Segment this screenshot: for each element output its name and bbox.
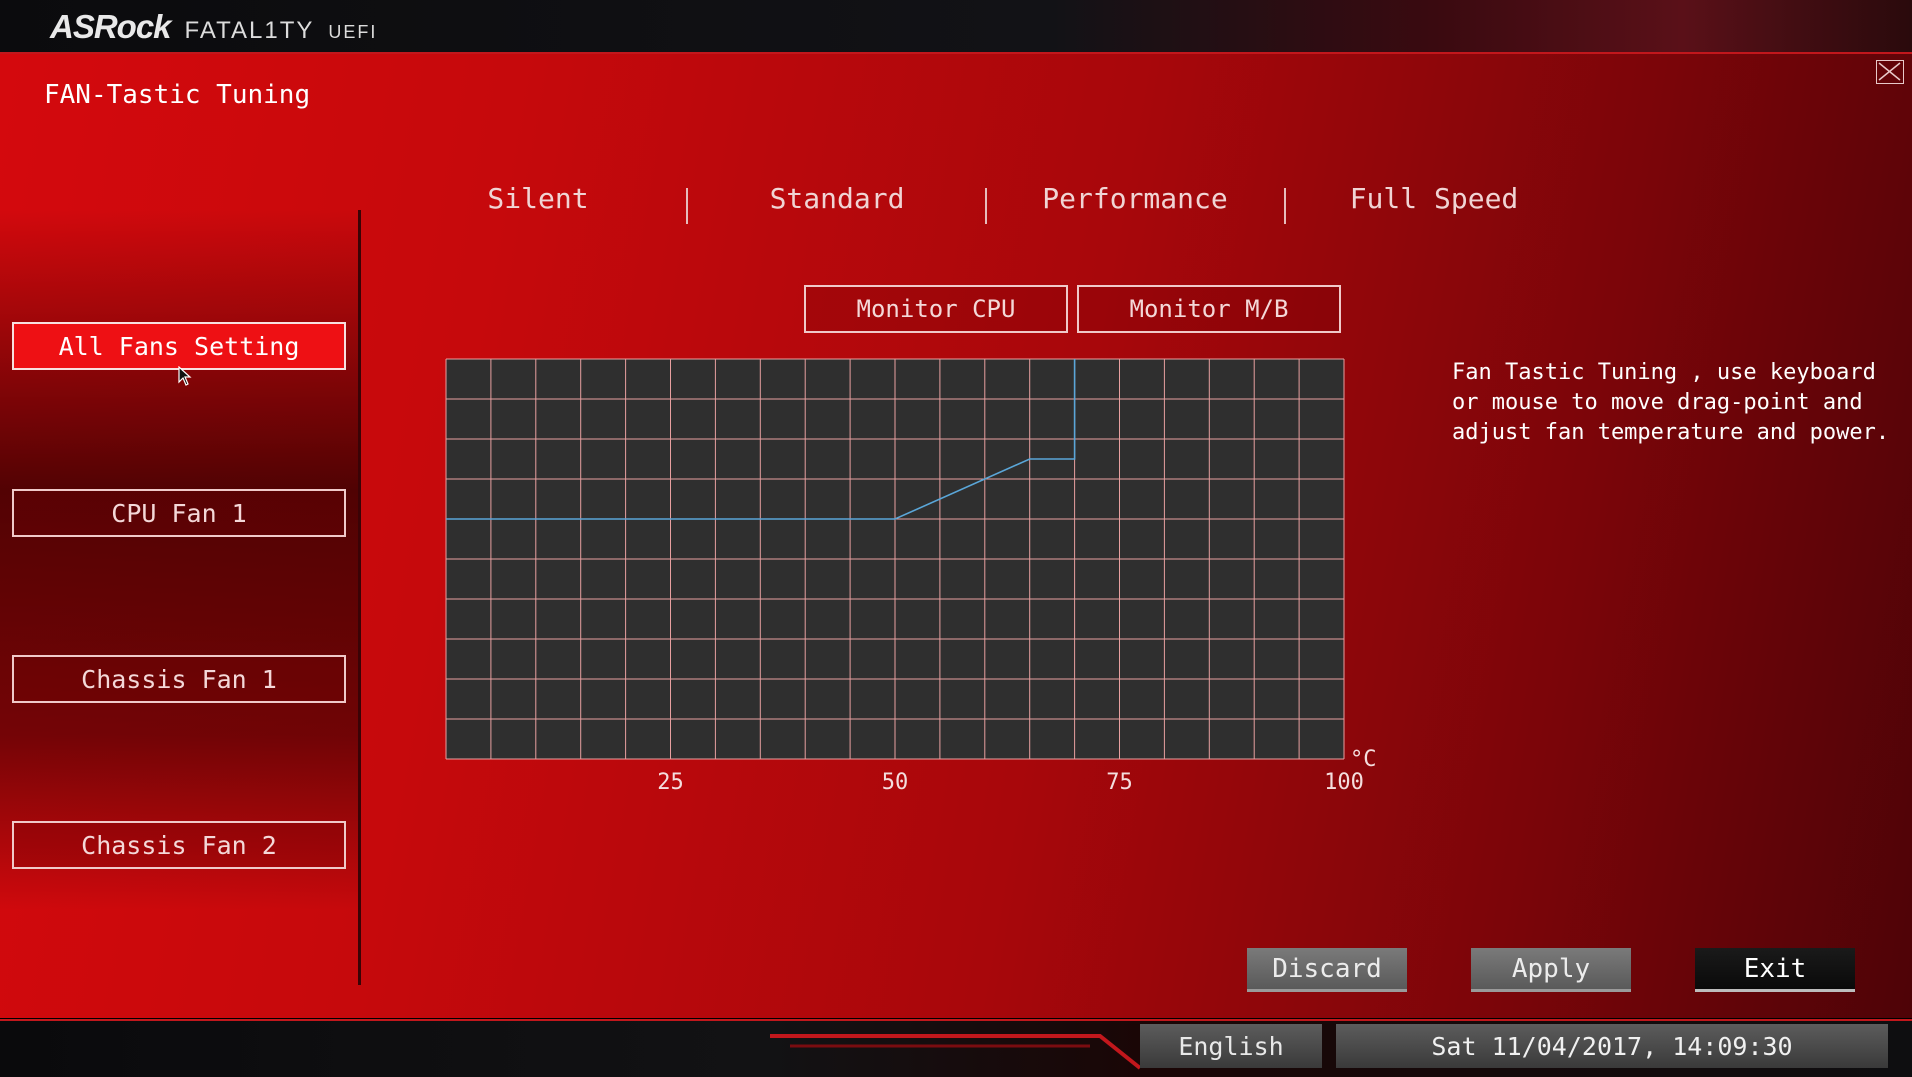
brand-logo: ASRock (50, 8, 172, 45)
tab-full-speed[interactable]: Full Speed (1284, 182, 1584, 215)
help-text: Fan Tastic Tuning , use keyboard or mous… (1452, 360, 1890, 445)
sidebar-background (0, 210, 360, 910)
monitor-cpu-button[interactable]: Monitor CPU (804, 285, 1068, 333)
tab-silent[interactable]: Silent (388, 182, 688, 215)
x-tick-label: 50 (882, 770, 909, 795)
product-name: FATAL1TY (184, 17, 315, 44)
x-axis-unit: °C (1350, 747, 1377, 772)
sidebar-item-cpu-fan-1[interactable]: CPU Fan 1 (12, 489, 346, 537)
sidebar-item-chassis-fan-2[interactable]: Chassis Fan 2 (12, 821, 346, 869)
sidebar-item-all-fans-setting[interactable]: All Fans Setting (12, 322, 346, 370)
grid (445, 358, 1345, 760)
top-bar: ASRock FATAL1TY UEFI (0, 0, 1912, 54)
tab-standard[interactable]: Standard (687, 182, 987, 215)
logo: ASRock FATAL1TY UEFI (50, 8, 378, 45)
discard-button[interactable]: Discard (1247, 948, 1407, 992)
datetime-display: Sat 11/04/2017, 14:09:30 (1336, 1024, 1888, 1068)
apply-button[interactable]: Apply (1471, 948, 1631, 992)
decorative-stripe (770, 1034, 1142, 1070)
close-icon (1878, 62, 1901, 81)
x-tick-label: 25 (657, 770, 684, 795)
sidebar-divider (358, 210, 361, 985)
monitor-mb-button[interactable]: Monitor M/B (1077, 285, 1341, 333)
fan-curve-chart[interactable]: 0255075100100500 % °C (440, 356, 1380, 796)
tab-performance[interactable]: Performance (985, 182, 1285, 215)
mouse-cursor-icon (178, 366, 192, 386)
exit-button[interactable]: Exit (1695, 948, 1855, 992)
close-button[interactable] (1876, 60, 1904, 84)
language-selector[interactable]: English (1140, 1024, 1322, 1068)
sidebar-item-chassis-fan-1[interactable]: Chassis Fan 1 (12, 655, 346, 703)
page-title: FAN-Tastic Tuning (44, 80, 311, 110)
x-tick-label: 100 (1324, 770, 1364, 795)
x-tick-label: 75 (1106, 770, 1133, 795)
uefi-label: UEFI (328, 22, 378, 42)
